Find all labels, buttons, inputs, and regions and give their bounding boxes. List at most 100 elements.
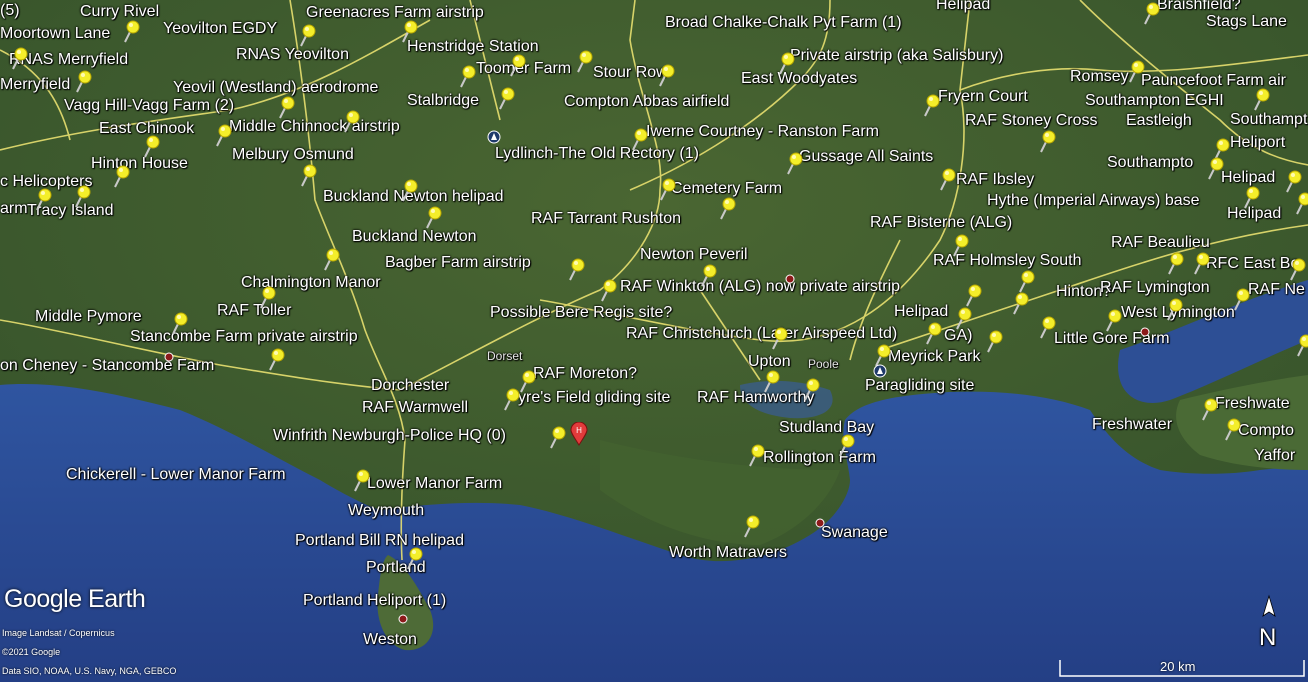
place-label[interactable]: RAF Warmwell [362, 399, 468, 417]
place-label[interactable]: Possible Bere Regis site? [490, 304, 672, 322]
place-label[interactable]: Bagber Farm airstrip [385, 254, 531, 272]
place-label[interactable]: Worth Matravers [669, 544, 787, 562]
pushpin-icon[interactable] [8, 45, 30, 71]
pushpin-icon[interactable] [1250, 86, 1272, 112]
place-label[interactable]: RAF Tarrant Rushton [531, 210, 681, 228]
pushpin-icon[interactable] [920, 92, 942, 118]
place-label[interactable]: East Woodyates [741, 70, 857, 88]
place-label[interactable]: on Cheney - Stancombe Farm [0, 357, 214, 375]
pushpin-icon[interactable] [775, 50, 797, 76]
pushpin-icon[interactable] [456, 63, 478, 89]
place-label[interactable]: Compton Abbas airfield [564, 93, 729, 111]
pushpin-icon[interactable] [1292, 190, 1308, 216]
pushpin-icon[interactable] [320, 246, 342, 272]
pushpin-icon[interactable] [256, 284, 278, 310]
pushpin-icon[interactable] [403, 545, 425, 571]
place-label[interactable]: Meyrick Park [888, 348, 980, 366]
pushpin-icon[interactable] [983, 328, 1005, 354]
pushpin-icon[interactable] [655, 62, 677, 88]
pushpin-icon[interactable] [597, 277, 619, 303]
pushpin-icon[interactable] [350, 467, 372, 493]
place-label[interactable]: RAF Winkton (ALG) now private airstrip [620, 278, 900, 296]
place-label[interactable]: Fryern Court [938, 88, 1028, 106]
place-label[interactable]: RAF Hamworthy [697, 389, 814, 407]
place-label[interactable]: Melbury Osmund [232, 146, 354, 164]
pushpin-icon[interactable] [1286, 256, 1308, 282]
pushpin-icon[interactable] [800, 376, 822, 402]
pushpin-icon[interactable] [422, 204, 444, 230]
place-label[interactable]: RAF Toller [217, 302, 291, 320]
place-label[interactable]: RAF Lymington [1100, 279, 1210, 297]
place-label[interactable]: Heliport [1230, 134, 1285, 152]
place-label[interactable]: Lydlinch-The Old Rectory (1) [495, 145, 699, 163]
place-label[interactable]: Romsey [1070, 68, 1129, 86]
pushpin-icon[interactable] [1036, 128, 1058, 154]
pushpin-icon[interactable] [716, 195, 738, 221]
place-label[interactable]: Dorchester [371, 377, 449, 395]
pushpin-icon[interactable] [628, 126, 650, 152]
pushpin-icon[interactable] [168, 310, 190, 336]
pushpin-icon[interactable] [1221, 416, 1243, 442]
place-label[interactable]: Freshwate [1215, 395, 1290, 413]
place-label[interactable]: Winfrith Newburgh-Police HQ (0) [273, 427, 506, 445]
pushpin-icon[interactable] [952, 305, 974, 331]
place-label[interactable]: RAF Stoney Cross [965, 112, 1097, 130]
pushpin-icon[interactable] [783, 150, 805, 176]
place-label[interactable]: Compto [1238, 422, 1294, 440]
place-label[interactable]: Weston [363, 631, 417, 649]
place-label[interactable]: Middle Chinnock airstrip [229, 118, 400, 136]
pushpin-icon[interactable] [297, 162, 319, 188]
place-label[interactable]: Southampto [1107, 154, 1193, 172]
place-label[interactable]: (5) [0, 2, 20, 20]
pushpin-icon[interactable] [1102, 307, 1124, 333]
pushpin-icon[interactable] [398, 18, 420, 44]
pushpin-icon[interactable] [1240, 184, 1262, 210]
pushpin-icon[interactable] [110, 163, 132, 189]
pushpin-icon[interactable] [1293, 332, 1308, 358]
place-label[interactable]: RNAS Yeovilton [236, 46, 349, 64]
place-label[interactable]: Southampton EGHI [1085, 92, 1224, 110]
place-label[interactable]: Stalbridge [407, 92, 479, 110]
place-label[interactable]: arm [0, 200, 28, 218]
place-label[interactable]: Lower Manor Farm [367, 475, 502, 493]
place-label[interactable]: Broad Chalke-Chalk Pyt Farm (1) [665, 14, 902, 32]
pushpin-icon[interactable] [1125, 58, 1147, 84]
place-label[interactable]: Portland Heliport (1) [303, 592, 446, 610]
place-label[interactable]: RAF Moreton? [533, 365, 637, 383]
place-label[interactable]: Moortown Lane [0, 25, 110, 43]
pushpin-icon[interactable] [949, 232, 971, 258]
pushpin-icon[interactable] [1036, 314, 1058, 340]
airport-icon[interactable] [873, 364, 887, 378]
pushpin-icon[interactable] [500, 386, 522, 412]
pushpin-icon[interactable] [1009, 290, 1031, 316]
pushpin-icon[interactable] [1204, 155, 1226, 181]
pushpin-icon[interactable] [340, 108, 362, 134]
pushpin-icon[interactable] [1230, 286, 1252, 312]
place-label[interactable]: Helipad [936, 0, 990, 14]
pushpin-icon[interactable] [1164, 250, 1186, 276]
pushpin-icon[interactable] [768, 325, 790, 351]
place-label[interactable]: Chickerell - Lower Manor Farm [66, 466, 286, 484]
place-label[interactable]: Helipad [894, 303, 948, 321]
pushpin-icon[interactable] [72, 68, 94, 94]
place-label[interactable]: Portland Bill RN helipad [295, 532, 464, 550]
place-label[interactable]: Yeovilton EGDY [163, 20, 277, 38]
place-label[interactable]: Yaffor [1254, 447, 1295, 465]
place-label[interactable]: RAF Ibsley [956, 171, 1034, 189]
pushpin-icon[interactable] [936, 166, 958, 192]
pushpin-icon[interactable] [740, 513, 762, 539]
pushpin-icon[interactable] [212, 122, 234, 148]
pushpin-icon[interactable] [1140, 0, 1162, 26]
map-marker-icon[interactable]: H [570, 422, 588, 446]
pushpin-icon[interactable] [140, 133, 162, 159]
place-label[interactable]: Stancombe Farm private airstrip [130, 328, 358, 346]
pushpin-icon[interactable] [573, 48, 595, 74]
place-label[interactable]: Hythe (Imperial Airways) base [987, 192, 1200, 210]
place-label[interactable]: Paragliding site [865, 377, 974, 395]
place-label[interactable]: Eastleigh [1126, 112, 1192, 130]
place-label[interactable]: Braishfield? [1157, 0, 1241, 14]
pushpin-icon[interactable] [120, 18, 142, 44]
pushpin-icon[interactable] [745, 442, 767, 468]
pushpin-icon[interactable] [275, 94, 297, 120]
place-label[interactable]: RAF Ne [1248, 281, 1305, 299]
